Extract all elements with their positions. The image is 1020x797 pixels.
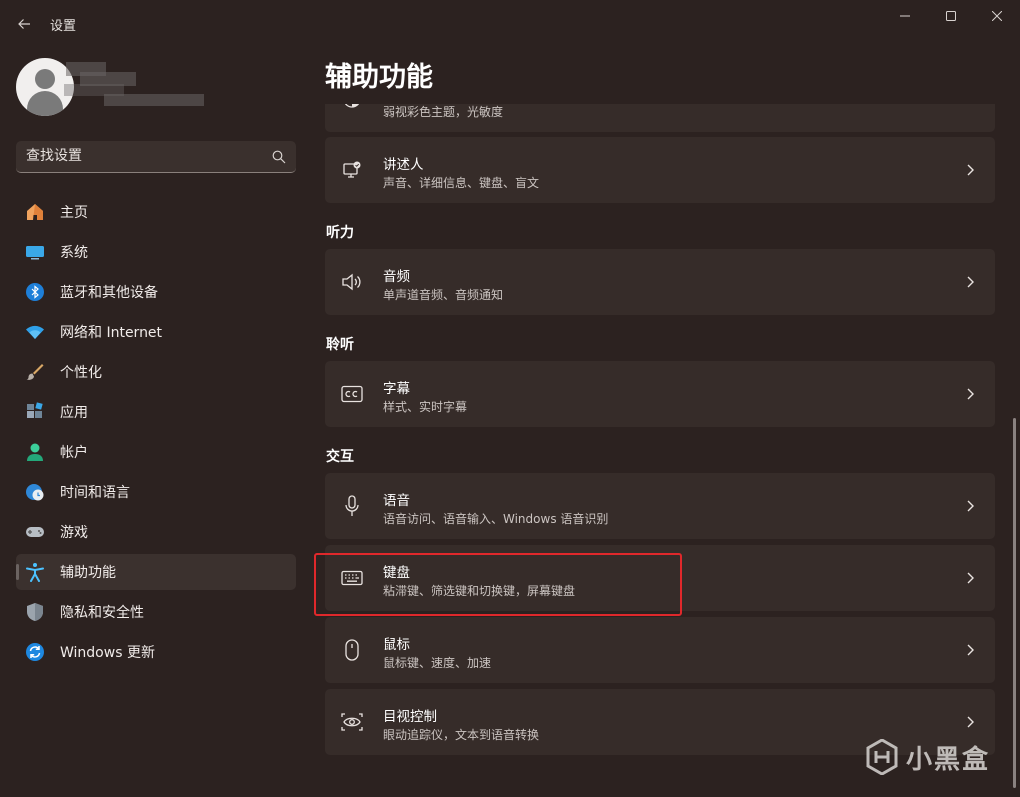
home-icon	[25, 202, 45, 222]
card-title: 字幕	[383, 381, 410, 397]
globe-clock-icon	[25, 482, 45, 502]
card-title: 语音	[383, 493, 410, 509]
paintbrush-icon	[25, 362, 45, 382]
sidebar-item-bluetooth[interactable]: 蓝牙和其他设备	[16, 274, 296, 310]
watermark: 小黑盒	[866, 737, 990, 777]
apps-icon	[25, 402, 45, 422]
sidebar-item-time-language[interactable]: 时间和语言	[16, 474, 296, 510]
card-subtitle: 样式、实时字幕	[383, 400, 468, 414]
sidebar-item-home[interactable]: 主页	[16, 194, 296, 230]
card-subtitle: 语音访问、语音输入、Windows 语音识别	[383, 512, 609, 526]
section-heading-listening: 聆听	[326, 337, 354, 353]
section-heading-hearing: 听力	[326, 225, 354, 241]
card-subtitle: 鼠标键、速度、加速	[383, 656, 492, 670]
settings-window: 设置 主页	[0, 0, 1020, 797]
captions-card[interactable]: 字幕 样式、实时字幕	[325, 361, 995, 427]
chevron-right-icon	[967, 572, 974, 584]
minimize-icon	[900, 15, 910, 17]
maximize-icon	[946, 11, 956, 21]
sidebar-item-label: Windows 更新	[60, 645, 155, 661]
gamepad-icon	[25, 522, 45, 542]
speech-card[interactable]: 语音 语音访问、语音输入、Windows 语音识别	[325, 473, 995, 539]
sidebar-item-label: 时间和语言	[60, 485, 130, 501]
chevron-right-icon	[967, 716, 974, 728]
mouse-card[interactable]: 鼠标 鼠标键、速度、加速	[325, 617, 995, 683]
sidebar-item-label: 个性化	[60, 365, 102, 381]
narrator-card[interactable]: 讲述人 声音、详细信息、键盘、盲文	[325, 137, 995, 203]
sidebar-item-gaming[interactable]: 游戏	[16, 514, 296, 550]
shield-icon	[25, 602, 45, 622]
card-title: 音频	[383, 269, 410, 285]
close-button[interactable]	[974, 6, 1020, 26]
sidebar-item-label: 帐户	[60, 445, 88, 461]
watermark-text: 小黑盒	[906, 744, 991, 775]
scrollbar[interactable]	[1013, 418, 1016, 788]
sidebar-item-network[interactable]: 网络和 Internet	[16, 314, 296, 350]
sidebar-item-label: 辅助功能	[60, 565, 116, 581]
search-icon[interactable]	[272, 150, 286, 164]
maximize-button[interactable]	[928, 6, 974, 26]
chevron-right-icon	[967, 388, 974, 400]
card-subtitle: 眼动追踪仪，文本到语音转换	[383, 728, 540, 742]
accessibility-icon	[25, 562, 45, 582]
update-icon	[25, 642, 45, 662]
card-title: 目视控制	[383, 709, 437, 725]
sidebar-item-accounts[interactable]: 帐户	[16, 434, 296, 470]
chevron-right-icon	[967, 500, 974, 512]
account-icon	[25, 442, 45, 462]
chevron-right-icon	[967, 164, 974, 176]
captions-icon	[341, 383, 363, 405]
close-icon	[992, 11, 1002, 21]
back-arrow-icon	[18, 19, 30, 29]
speaker-icon	[341, 271, 363, 293]
settings-content: 弱视彩色主题，光敏度 讲述人 声音、详细信息、键盘、盲文 听力 音频 单声道音频…	[325, 104, 995, 797]
card-subtitle: 声音、详细信息、键盘、盲文	[383, 176, 540, 190]
sidebar-nav: 主页 系统 蓝牙和其他设备 网络和 Internet 个性化 应用 帐户 时间和…	[16, 194, 296, 674]
monitor-icon	[25, 242, 45, 262]
sidebar-item-personalization[interactable]: 个性化	[16, 354, 296, 390]
sidebar-item-label: 蓝牙和其他设备	[60, 285, 158, 301]
sidebar-item-label: 系统	[60, 245, 88, 261]
contrast-icon	[341, 104, 363, 110]
microphone-icon	[341, 495, 363, 517]
keyboard-highlight-box	[314, 553, 682, 616]
search-input[interactable]	[26, 141, 266, 171]
card-title: 讲述人	[383, 157, 424, 173]
sidebar-item-label: 应用	[60, 405, 88, 421]
sidebar-item-label: 游戏	[60, 525, 88, 541]
sidebar-item-privacy[interactable]: 隐私和安全性	[16, 594, 296, 630]
sidebar-item-accessibility[interactable]: 辅助功能	[16, 554, 296, 590]
user-profile[interactable]	[16, 58, 216, 116]
xiaoheihe-logo-icon	[866, 739, 898, 775]
narrator-icon	[341, 159, 363, 181]
mouse-icon	[341, 639, 363, 661]
sidebar-item-label: 隐私和安全性	[60, 605, 144, 621]
app-title: 设置	[50, 19, 77, 34]
search-box[interactable]	[16, 141, 296, 173]
title-bar: 设置	[0, 0, 1020, 46]
sidebar-item-apps[interactable]: 应用	[16, 394, 296, 430]
audio-card[interactable]: 音频 单声道音频、音频通知	[325, 249, 995, 315]
sidebar-item-label: 主页	[60, 205, 88, 221]
wifi-icon	[25, 322, 45, 342]
sidebar-item-label: 网络和 Internet	[60, 325, 163, 341]
card-subtitle: 弱视彩色主题，光敏度	[383, 105, 504, 119]
bluetooth-icon	[25, 282, 45, 302]
chevron-right-icon	[967, 276, 974, 288]
minimize-button[interactable]	[882, 6, 928, 26]
page-title: 辅助功能	[325, 62, 433, 93]
section-heading-interaction: 交互	[326, 449, 354, 465]
card-subtitle: 单声道音频、音频通知	[383, 288, 504, 302]
blurred-email	[104, 94, 204, 106]
chevron-right-icon	[967, 644, 974, 656]
eye-control-icon	[341, 711, 363, 733]
color-filters-card[interactable]: 弱视彩色主题，光敏度	[325, 104, 995, 132]
back-button[interactable]	[12, 12, 36, 36]
sidebar-item-system[interactable]: 系统	[16, 234, 296, 270]
sidebar-item-windows-update[interactable]: Windows 更新	[16, 634, 296, 670]
card-title: 鼠标	[383, 637, 410, 653]
